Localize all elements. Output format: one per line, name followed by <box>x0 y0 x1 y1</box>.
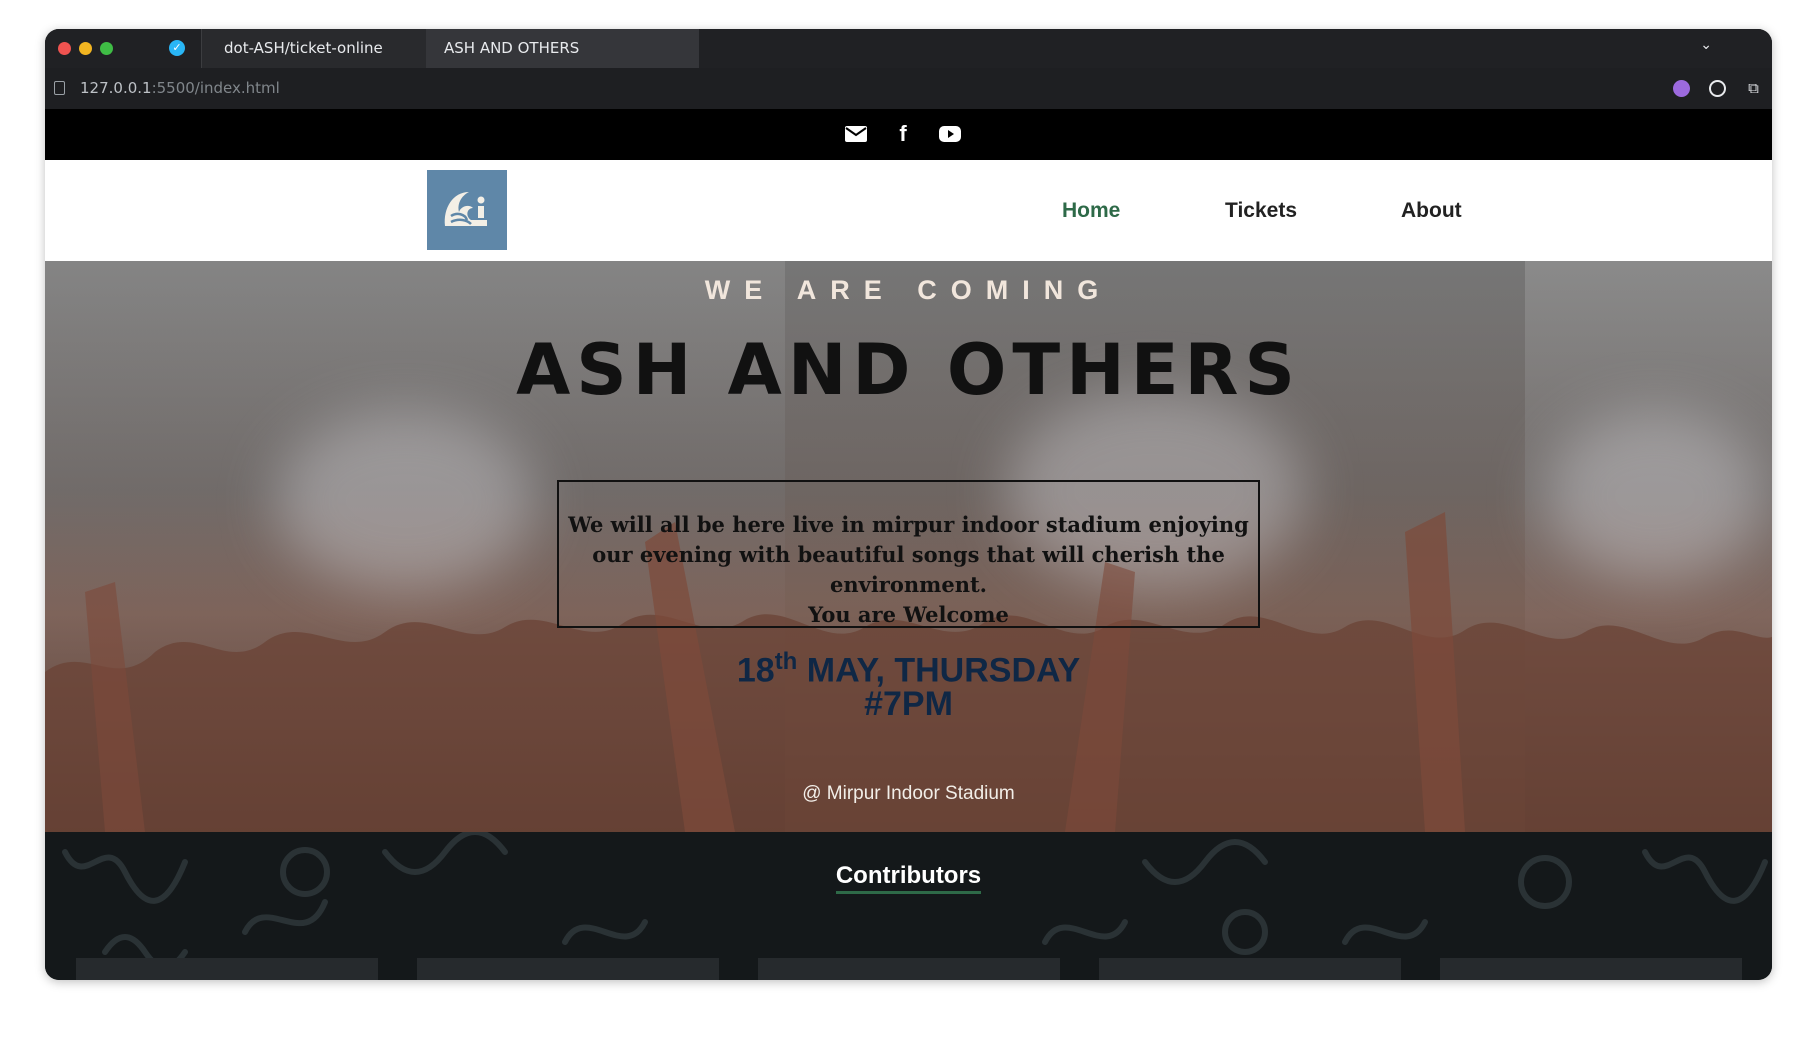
url-field[interactable]: 127.0.0.1:5500/index.html <box>80 68 280 109</box>
contributor-card[interactable] <box>1440 958 1742 980</box>
hero-headline: ASH AND OTHERS <box>516 329 1301 411</box>
facebook-icon[interactable]: f <box>891 122 915 146</box>
browser-favicon-icon: ✓ <box>169 40 185 56</box>
hero-message-box: We will all be here live in mirpur indoo… <box>557 480 1260 628</box>
contributors-heading: Contributors <box>45 862 1772 894</box>
site-logo[interactable] <box>427 170 507 250</box>
tab-repo[interactable]: dot-ASH/ticket-online <box>202 29 426 68</box>
address-bar: 127.0.0.1:5500/index.html ⧉ <box>45 68 1772 109</box>
page-icon <box>54 81 65 95</box>
hero-eyebrow: WE ARE COMING <box>704 275 1113 305</box>
url-host: 127.0.0.1 <box>80 79 152 97</box>
contributors-section: Contributors <box>45 832 1772 980</box>
contributors-title: Contributors <box>835 862 982 894</box>
youtube-icon[interactable] <box>938 122 962 146</box>
extension-shield-icon[interactable] <box>1709 80 1726 97</box>
tab-bar: ✓ dot-ASH/ticket-online ASH AND OTHERS ⌄ <box>45 29 1772 68</box>
envelope-icon[interactable] <box>844 122 868 146</box>
tab-label: ASH AND OTHERS <box>444 39 580 57</box>
browser-window: ✓ dot-ASH/ticket-online ASH AND OTHERS ⌄… <box>45 29 1772 980</box>
tab-ash-and-others[interactable]: ASH AND OTHERS <box>426 29 699 68</box>
nav-home-link[interactable]: Home <box>1062 160 1120 261</box>
social-topbar: f <box>45 109 1772 160</box>
contributor-card[interactable] <box>417 958 719 980</box>
message-line: We will all be here live in mirpur indoo… <box>568 512 1249 537</box>
date-suffix: th <box>774 648 798 675</box>
message-line: environment. <box>829 572 987 597</box>
nav-tickets-link[interactable]: Tickets <box>1225 160 1297 261</box>
message-line: our evening with beautiful songs that wi… <box>592 542 1225 567</box>
event-time: #7PM <box>864 685 953 723</box>
extension-avatar-icon[interactable] <box>1673 80 1690 97</box>
event-venue: @ Mirpur Indoor Stadium <box>802 783 1015 804</box>
site-navbar: Home Tickets About <box>45 160 1772 261</box>
hero-section: WE ARE COMING ASH AND OTHERS We will all… <box>45 261 1772 832</box>
url-path: :5500/index.html <box>151 79 280 97</box>
wave-logo-icon <box>444 192 487 226</box>
contributor-card[interactable] <box>758 958 1060 980</box>
message-line: You are Welcome <box>808 602 1009 627</box>
nav-about-link[interactable]: About <box>1401 160 1462 261</box>
web-page: f Home Tickets About WE ARE COMING ASH A… <box>45 109 1772 980</box>
tab-label: dot-ASH/ticket-online <box>224 39 383 57</box>
extensions-puzzle-icon[interactable]: ⧉ <box>1745 80 1762 97</box>
minimize-window-button[interactable] <box>79 42 92 55</box>
contributor-card[interactable] <box>76 958 378 980</box>
maximize-window-button[interactable] <box>100 42 113 55</box>
close-window-button[interactable] <box>58 42 71 55</box>
tab-list-chevron-icon[interactable]: ⌄ <box>1700 37 1712 53</box>
contributor-card[interactable] <box>1099 958 1401 980</box>
